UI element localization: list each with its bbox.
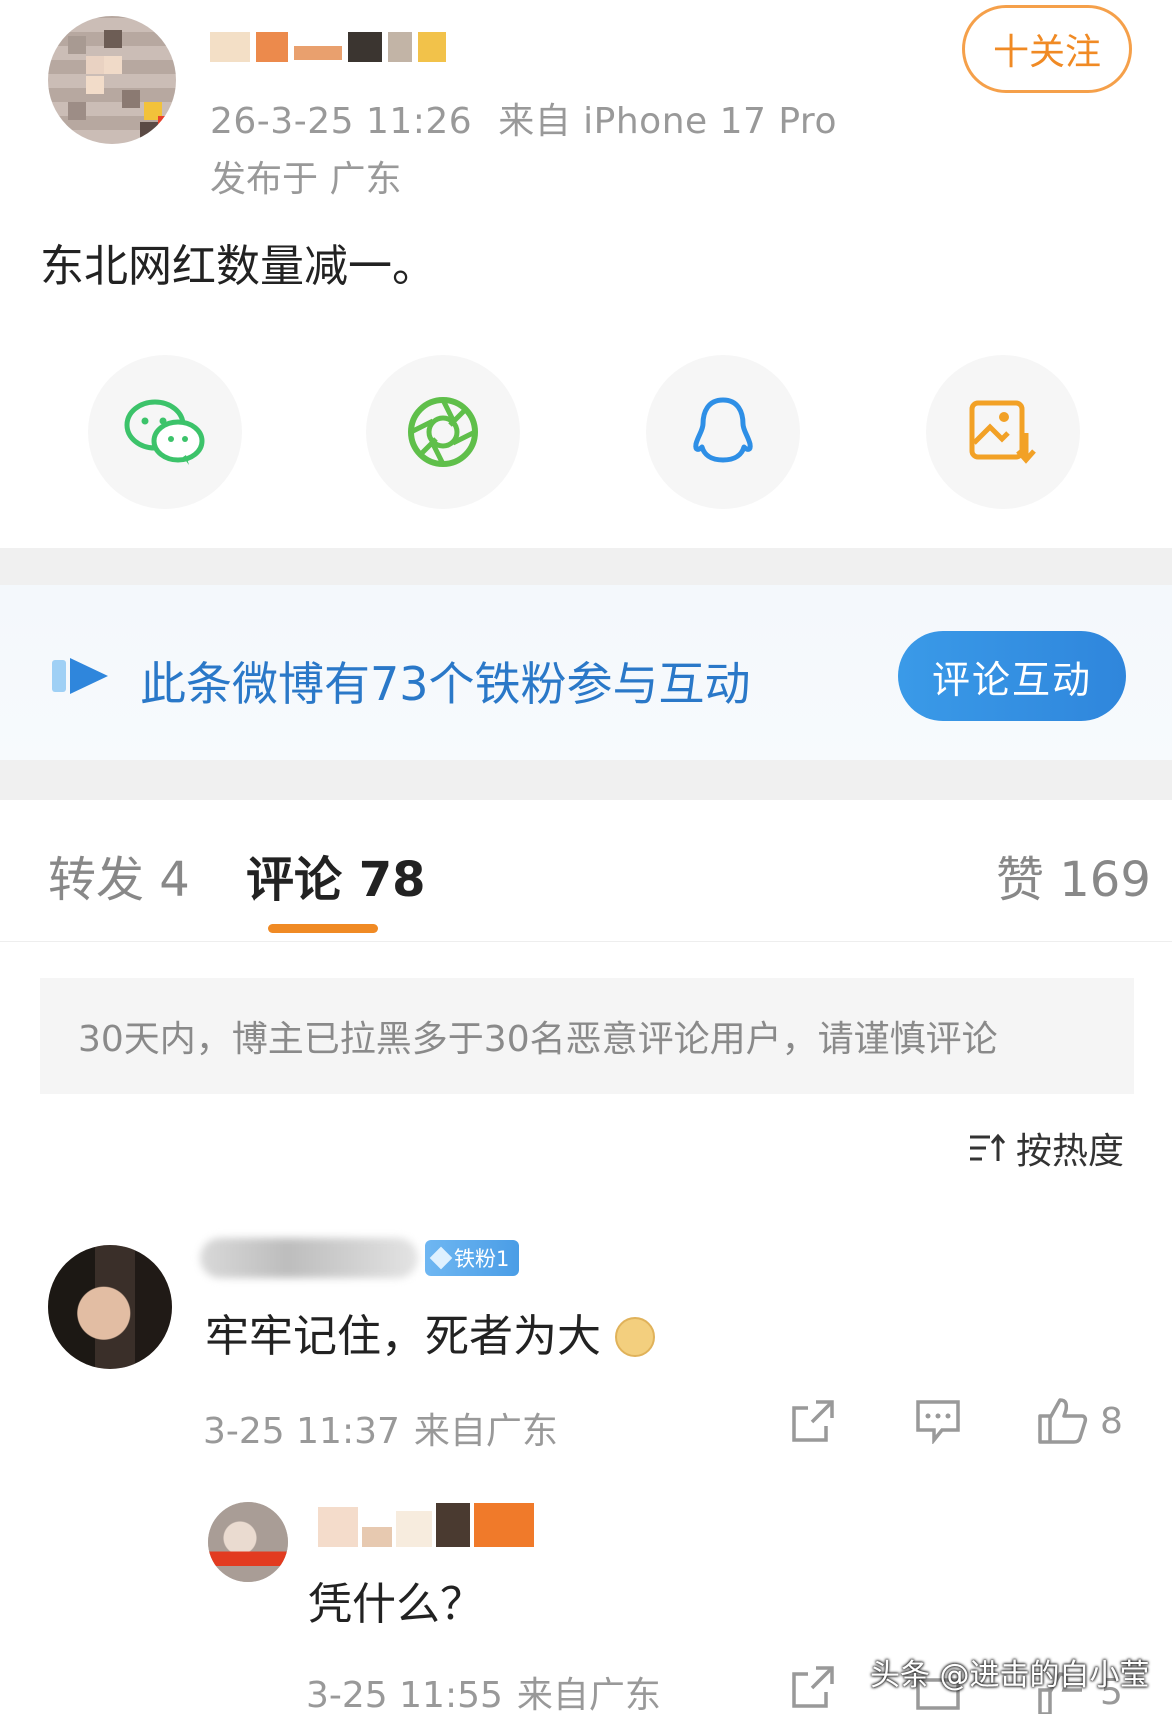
comment-time: 3-25 11:37	[203, 1411, 400, 1452]
comment-location: 来自广东	[516, 1675, 661, 1715]
follow-button[interactable]: 十关注	[962, 5, 1132, 93]
avatar-image	[208, 1502, 288, 1582]
avatar-pixel	[68, 36, 86, 54]
commenter-name-redacted[interactable]	[200, 1238, 418, 1278]
diamond-icon	[429, 1246, 453, 1270]
like-comment-button[interactable]: 8	[1036, 1396, 1123, 1446]
author-name-redacted[interactable]	[210, 30, 502, 64]
tab-repost[interactable]: 转发 4	[48, 840, 190, 910]
tab-active-indicator	[268, 924, 378, 933]
share-save-image-button[interactable]	[926, 355, 1080, 509]
commenter-avatar[interactable]	[208, 1502, 288, 1582]
share-wechat-button[interactable]	[88, 355, 242, 509]
comment-location: 来自广东	[413, 1411, 558, 1452]
section-separator	[0, 548, 1172, 586]
commenter-avatar[interactable]	[48, 1245, 172, 1369]
share-row	[0, 355, 1172, 515]
share-comment-button[interactable]	[790, 1664, 836, 1710]
avatar-pixel	[104, 56, 122, 74]
wechat-icon	[124, 399, 205, 465]
comment-text: 凭什么？	[308, 1579, 484, 1630]
redacted-pixel	[436, 1503, 470, 1547]
share-comment-button[interactable]	[790, 1398, 836, 1444]
qq-penguin-icon	[693, 397, 753, 463]
post-time: 26-3-25 11:26	[210, 101, 473, 142]
post-meta: 26-3-25 11:26 来自 iPhone 17 Pro	[210, 92, 837, 144]
thumbs-up-icon	[1038, 1398, 1088, 1444]
sort-label: 按热度	[1016, 1131, 1125, 1172]
fan-badge-label: 铁粉1	[454, 1247, 510, 1271]
tab-comments[interactable]: 评论 78	[246, 840, 426, 910]
comment-meta: 3-25 11:55 来自广东	[306, 1666, 661, 1715]
comment-bubble-icon	[916, 1400, 960, 1444]
avatar-pixel	[140, 122, 158, 140]
share-qq-button[interactable]	[646, 355, 800, 509]
redacted-pixel	[210, 32, 250, 62]
author-avatar[interactable]	[48, 16, 176, 144]
share-arrow-icon	[792, 1400, 834, 1442]
post-header: 26-3-25 11:26 来自 iPhone 17 Pro 发布于 广东 十关注	[0, 0, 1172, 200]
redacted-pixel	[362, 1527, 392, 1547]
redacted-pixel	[388, 32, 412, 62]
fans-play-icon	[52, 658, 108, 694]
comment-text: 牢牢记住，死者为大	[205, 1300, 655, 1364]
fans-interaction-text: 此条微博有73个铁粉参与互动	[140, 657, 751, 711]
post-location: 发布于 广东	[210, 159, 402, 200]
reply-comment-button[interactable]	[914, 1398, 962, 1444]
redacted-pixel	[396, 1511, 432, 1547]
post-source: 来自 iPhone 17 Pro	[498, 101, 837, 142]
moments-shutter-icon	[408, 397, 478, 467]
share-moments-button[interactable]	[366, 355, 520, 509]
share-arrow-icon	[792, 1666, 834, 1708]
avatar-pixel	[86, 56, 104, 74]
avatar-pixel	[86, 76, 104, 94]
sort-icon	[970, 1133, 1006, 1161]
comment-meta: 3-25 11:37 来自广东	[203, 1402, 558, 1454]
redacted-pixel	[256, 32, 288, 62]
commenter-name-redacted[interactable]	[318, 1503, 558, 1547]
tab-bar: 转发 4 评论 78 赞 169	[0, 800, 1172, 942]
redacted-pixel	[418, 32, 446, 62]
tab-likes[interactable]: 赞 169	[996, 840, 1151, 910]
avatar-pixel	[158, 116, 176, 134]
avatar-image	[48, 1245, 172, 1369]
section-separator	[0, 760, 1172, 800]
redacted-pixel	[348, 32, 382, 62]
comment-time: 3-25 11:55	[306, 1675, 503, 1715]
save-image-icon	[969, 400, 1036, 464]
like-count: 8	[1100, 1400, 1123, 1442]
sort-by-hot-button[interactable]: 按热度	[968, 1122, 1124, 1174]
redacted-pixel	[318, 1507, 358, 1547]
comment-notice: 30天内，博主已拉黑多于30名恶意评论用户，请谨慎评论	[40, 978, 1134, 1094]
avatar-pixel	[68, 102, 86, 120]
comment-text-content: 牢牢记住，死者为大	[205, 1311, 601, 1362]
toutiao-watermark: 头条 @进击的白小莹	[870, 1658, 1150, 1693]
doge-emoji-icon	[615, 1317, 655, 1357]
avatar-pixel	[122, 90, 140, 108]
fan-level-badge: 铁粉1	[425, 1240, 520, 1276]
redacted-pixel	[294, 46, 342, 60]
redacted-pixel	[474, 1503, 534, 1547]
comment-interaction-button[interactable]: 评论互动	[898, 631, 1126, 721]
post-text: 东北网红数量减一。	[40, 241, 436, 292]
avatar-pixel	[104, 30, 122, 48]
